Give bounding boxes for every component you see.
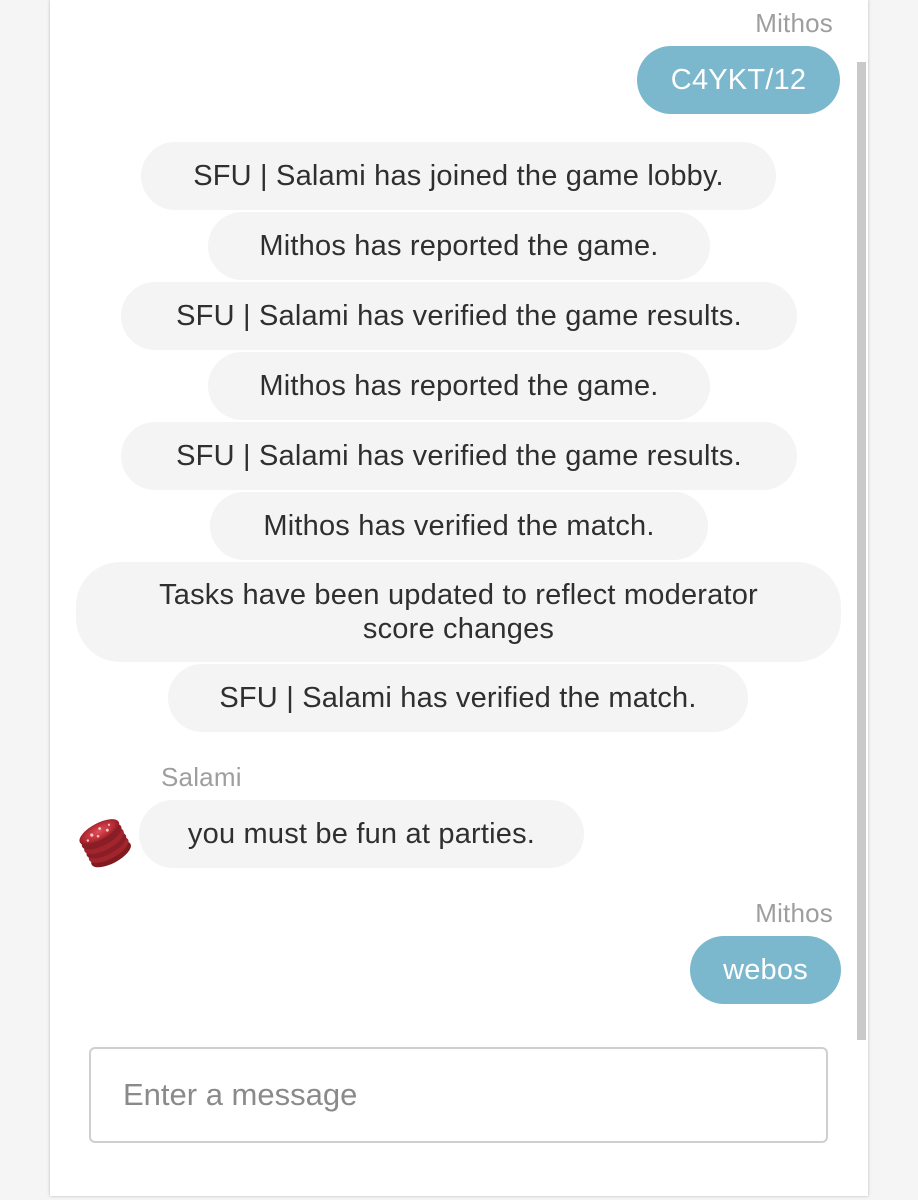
- system-message: SFU | Salami has joined the game lobby.: [141, 142, 776, 210]
- system-message: SFU | Salami has verified the game resul…: [121, 422, 797, 490]
- own-message-bubble: C4YKT/12: [637, 46, 840, 114]
- system-message: SFU | Salami has verified the match.: [168, 664, 748, 732]
- message-sender: Mithos: [755, 898, 833, 928]
- message-input[interactable]: [89, 1047, 828, 1143]
- salami-icon[interactable]: [76, 812, 132, 870]
- system-message: Mithos has reported the game.: [208, 212, 710, 280]
- other-message-bubble: you must be fun at parties.: [139, 800, 584, 868]
- chat-scrollbar[interactable]: [857, 62, 866, 1040]
- system-message: Tasks have been updated to reflect moder…: [76, 562, 841, 662]
- own-message-bubble: webos: [690, 936, 841, 1004]
- system-message: SFU | Salami has verified the game resul…: [121, 282, 797, 350]
- system-message: Mithos has reported the game.: [208, 352, 710, 420]
- message-sender: Mithos: [755, 8, 833, 38]
- system-message: Mithos has verified the match.: [210, 492, 708, 560]
- message-sender: Salami: [161, 762, 242, 792]
